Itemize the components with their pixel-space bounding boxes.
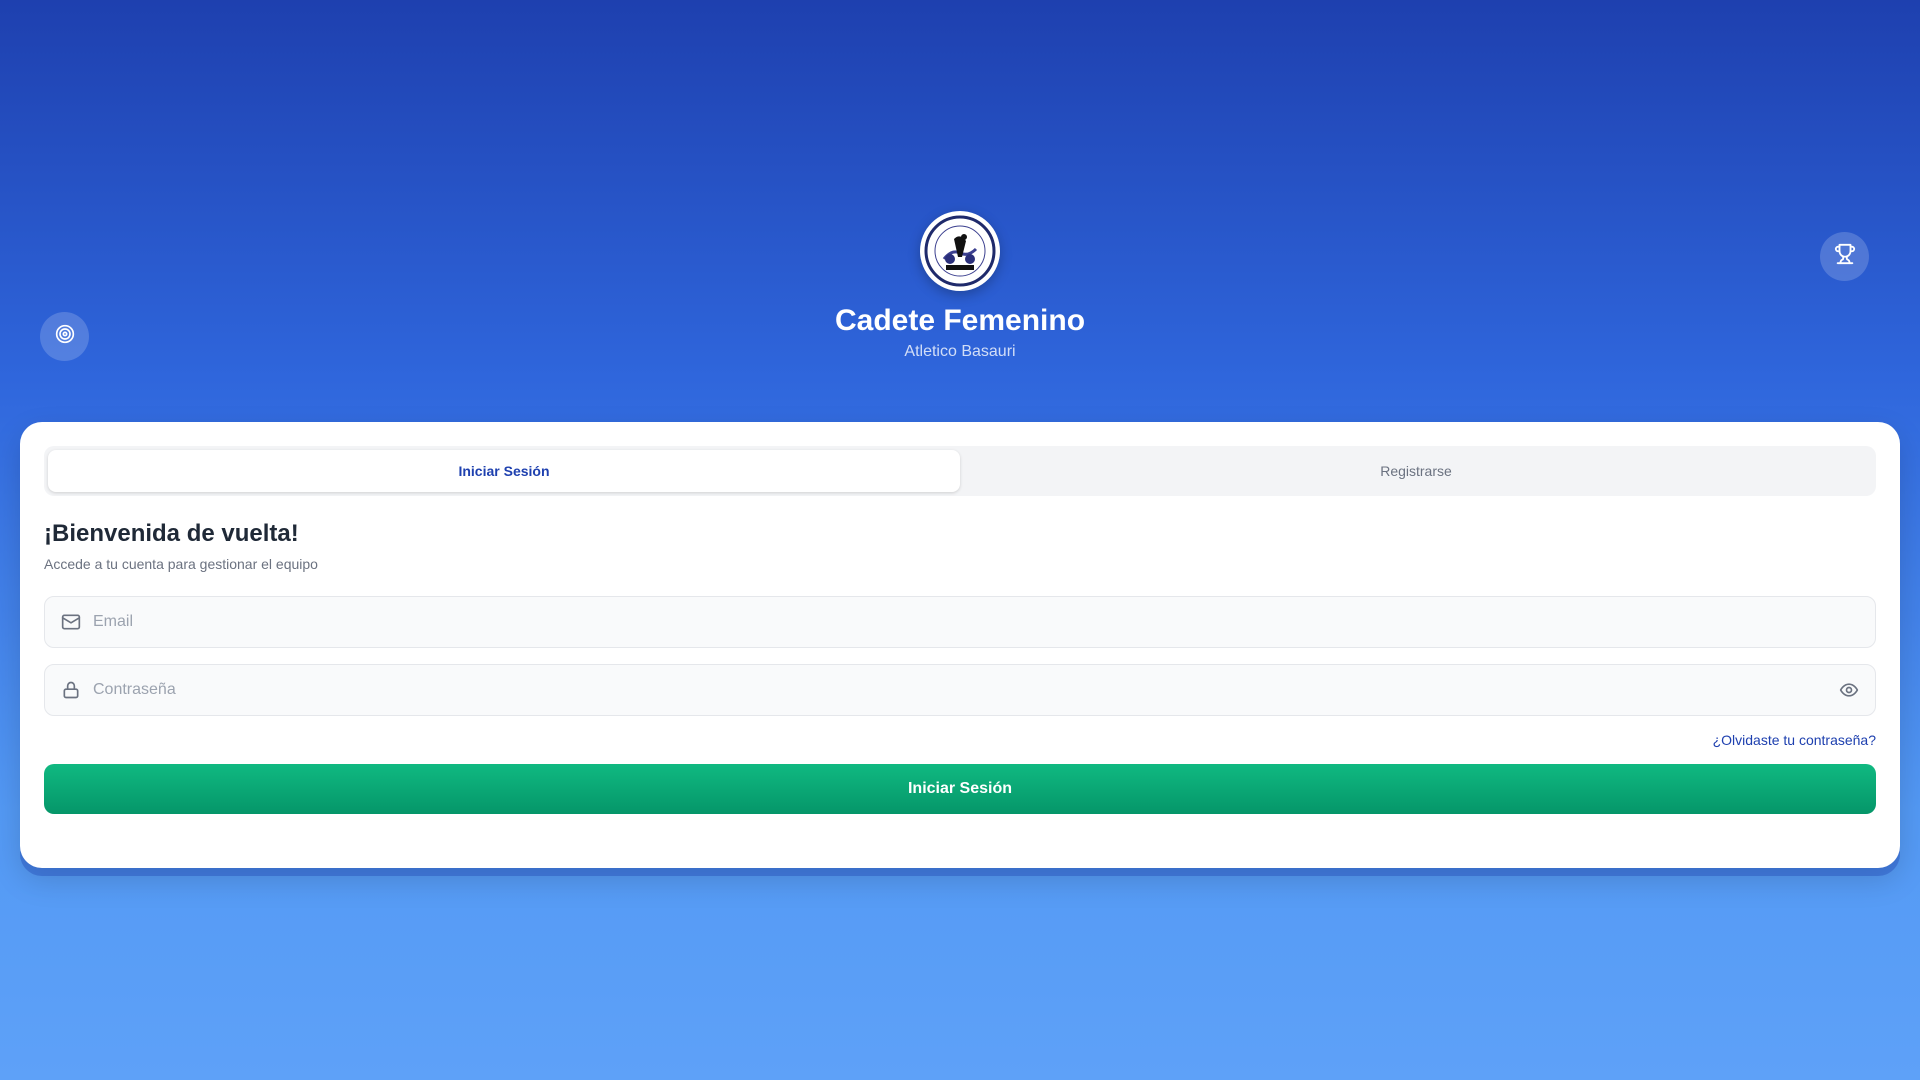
page-subtitle: Atletico Basauri [904, 343, 1016, 360]
password-input[interactable] [45, 665, 1875, 715]
mail-icon [61, 612, 81, 632]
tab-register[interactable]: Registrarse [960, 450, 1872, 492]
app-header: Cadete Femenino Atletico Basauri [0, 211, 1920, 361]
forgot-row: ¿Olvidaste tu contraseña? [44, 732, 1876, 750]
password-field [44, 664, 1876, 716]
lock-icon [61, 680, 81, 700]
eye-icon[interactable] [1839, 680, 1859, 700]
tab-login[interactable]: Iniciar Sesión [48, 450, 960, 492]
email-input[interactable] [45, 597, 1875, 647]
login-submit-button[interactable]: Iniciar Sesión [44, 764, 1876, 814]
welcome-heading: ¡Bienvenida de vuelta! [44, 520, 299, 547]
page-title: Cadete Femenino [834, 304, 1086, 337]
club-logo [920, 211, 1000, 291]
email-field [44, 596, 1876, 648]
auth-tabs: Iniciar Sesión Registrarse [44, 446, 1876, 496]
auth-card: Iniciar Sesión Registrarse ¡Bienvenida d… [20, 422, 1900, 868]
welcome-subheading: Accede a tu cuenta para gestionar el equ… [44, 556, 318, 572]
forgot-password-link[interactable]: ¿Olvidaste tu contraseña? [1713, 732, 1876, 748]
